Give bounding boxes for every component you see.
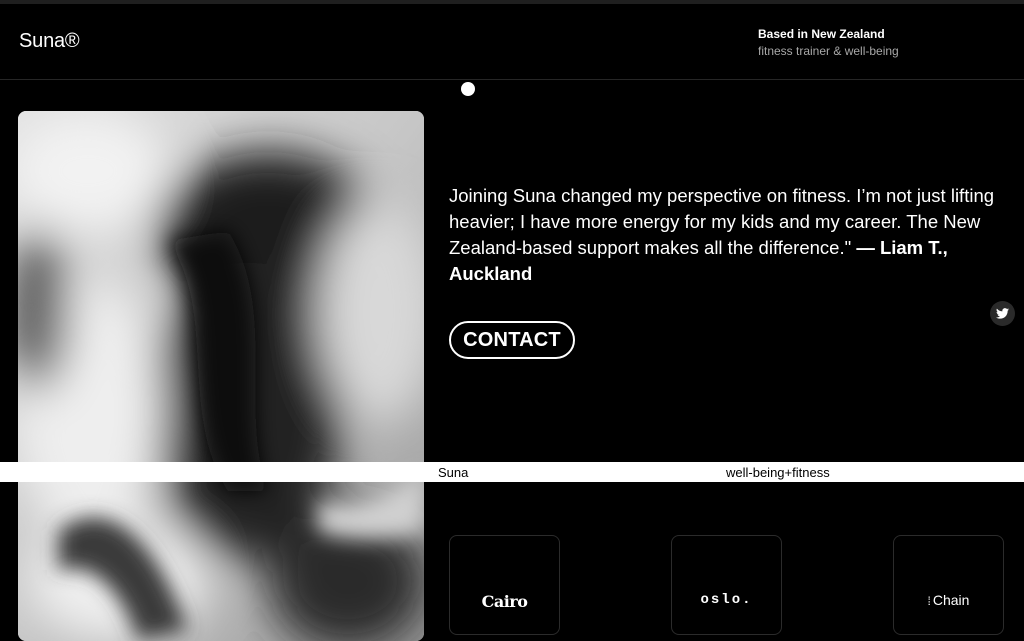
site-logo[interactable]: Suna® xyxy=(19,30,80,53)
partner-card-oslo: oslo. xyxy=(671,535,782,635)
chain-logo: ⁞ Chain xyxy=(894,592,1003,608)
marquee-band: Suna well-being+fitness xyxy=(0,462,1024,482)
twitter-link[interactable] xyxy=(990,301,1015,326)
cursor-dot xyxy=(461,82,475,96)
contact-button[interactable]: CONTACT xyxy=(449,321,575,359)
chain-mark-icon: ⁞ xyxy=(927,594,931,608)
location-subtitle: fitness trainer & well-being xyxy=(758,44,899,58)
band-tagline: well-being+fitness xyxy=(726,465,830,480)
testimonial-quote: Joining Suna changed my perspective on f… xyxy=(449,183,1009,287)
location-title: Based in New Zealand xyxy=(758,27,885,41)
hero-photo xyxy=(18,111,424,641)
partner-card-chain: ⁞ Chain xyxy=(893,535,1004,635)
twitter-icon xyxy=(996,308,1009,319)
blurred-portrait-image xyxy=(18,111,424,641)
site-header: Suna® Based in New Zealand fitness train… xyxy=(0,4,1024,80)
cairo-logo: Cairo xyxy=(481,592,528,611)
band-brand: Suna xyxy=(438,465,469,480)
partner-card-cairo: Cairo xyxy=(449,535,560,635)
chain-logo-text: Chain xyxy=(932,592,970,608)
location-info: Based in New Zealand fitness trainer & w… xyxy=(758,26,899,60)
oslo-logo: oslo. xyxy=(700,592,753,608)
